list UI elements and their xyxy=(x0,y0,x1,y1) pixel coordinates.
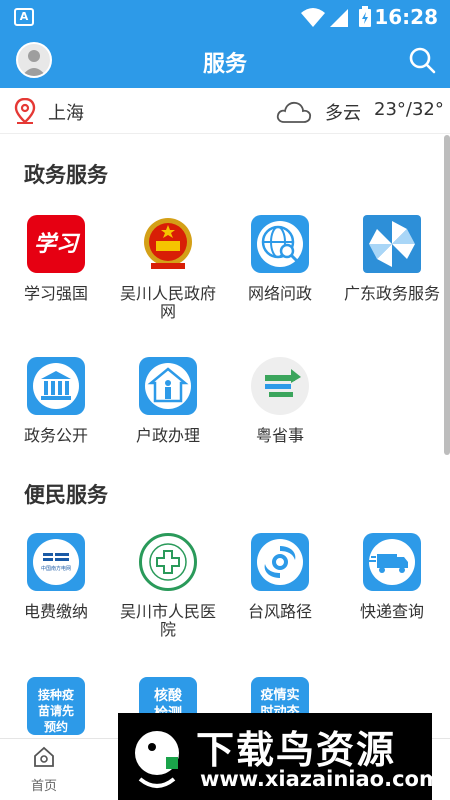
service-tile-express[interactable]: 快递查询 xyxy=(336,533,448,621)
search-icon[interactable] xyxy=(408,46,436,74)
home-icon xyxy=(34,746,54,767)
ad-title: 下载鸟资源 xyxy=(196,728,397,772)
vaccine-icon: 接种疫苗请先预约 xyxy=(27,677,85,735)
service-tile-household[interactable]: 户政办理 xyxy=(112,357,224,445)
service-label: 网络问政 xyxy=(247,284,312,303)
service-tile-hospital[interactable]: 吴川市人民医院 xyxy=(112,533,224,639)
hospital-icon xyxy=(139,533,197,591)
delivery-truck-icon xyxy=(363,533,421,591)
service-label: 户政办理 xyxy=(135,426,200,445)
service-content[interactable]: 政务服务 学习 学习强国 吴川人民政府网 网络问政 广东政务服务 政务公开 户政… xyxy=(0,135,450,738)
bird-logo-icon xyxy=(135,731,179,788)
government-building-icon xyxy=(27,357,85,415)
service-label: 粤省事 xyxy=(255,426,304,445)
location-pin-icon[interactable] xyxy=(14,98,36,124)
person-house-icon xyxy=(139,357,197,415)
section-title-government: 政务服务 xyxy=(24,163,108,187)
clock: 16:28 xyxy=(374,5,438,29)
notification-icon: A xyxy=(14,8,34,26)
service-tile-guangdong-gov[interactable]: 广东政务服务 xyxy=(336,215,448,303)
section-title-convenience: 便民服务 xyxy=(24,483,108,507)
service-label: 台风路径 xyxy=(247,602,312,621)
service-label: 政务公开 xyxy=(23,426,88,445)
weather-condition: 多云 xyxy=(325,103,361,124)
xuexi-icon: 学习 xyxy=(27,215,85,273)
service-label: 快递查询 xyxy=(359,602,424,621)
temperature: 23°/32° xyxy=(374,99,444,120)
power-grid-icon: 中国南方电网 xyxy=(27,533,85,591)
service-tile-gov-affairs[interactable]: 政务公开 xyxy=(0,357,112,445)
nav-home[interactable]: 首页 xyxy=(18,745,70,794)
service-tile-wuchuan-gov[interactable]: 吴川人民政府网 xyxy=(112,215,224,321)
service-tile-xuexi[interactable]: 学习 学习强国 xyxy=(0,215,112,303)
status-bar: A 16:28 xyxy=(0,0,450,34)
city-label[interactable]: 上海 xyxy=(48,99,84,125)
wifi-icon xyxy=(301,8,325,27)
ad-banner[interactable]: 下载鸟资源 www.xiazainiao.com xyxy=(118,713,441,800)
service-label: 电费缴纳 xyxy=(23,602,88,621)
service-label: 广东政务服务 xyxy=(343,284,440,303)
page-title: 服务 xyxy=(202,52,247,77)
battery-icon xyxy=(359,6,371,27)
avatar-icon[interactable] xyxy=(16,42,52,78)
yue-icon xyxy=(251,357,309,415)
service-tile-typhoon[interactable]: 台风路径 xyxy=(224,533,336,621)
location-weather-bar: 上海 多云 23°/32° xyxy=(0,88,450,134)
service-tile-vaccine[interactable]: 接种疫苗请先预约 xyxy=(0,677,112,738)
nav-home-label: 首页 xyxy=(30,779,57,794)
pinwheel-icon xyxy=(363,215,421,273)
service-tile-online-inquiry[interactable]: 网络问政 xyxy=(224,215,336,303)
app-header: 服务 xyxy=(0,34,450,88)
service-tile-yueshengshi[interactable]: 粤省事 xyxy=(224,357,336,445)
emblem-icon xyxy=(139,215,197,273)
service-label: 学习强国 xyxy=(23,284,88,303)
power-grid-text: 中国南方电网 xyxy=(41,565,71,572)
service-tile-electricity[interactable]: 中国南方电网 电费缴纳 xyxy=(0,533,112,621)
cloud-icon xyxy=(276,101,312,123)
signal-icon xyxy=(330,9,348,27)
globe-search-icon xyxy=(251,215,309,273)
typhoon-icon xyxy=(251,533,309,591)
ad-url: www.xiazainiao.com xyxy=(200,767,441,791)
service-label: 吴川人民政府网 xyxy=(119,284,216,321)
scrollbar[interactable] xyxy=(444,135,450,455)
svg-text:学习: 学习 xyxy=(34,231,81,257)
service-label: 吴川市人民医院 xyxy=(119,602,216,639)
vaccine-icon-text: 接种疫苗请先预约 xyxy=(37,688,74,734)
